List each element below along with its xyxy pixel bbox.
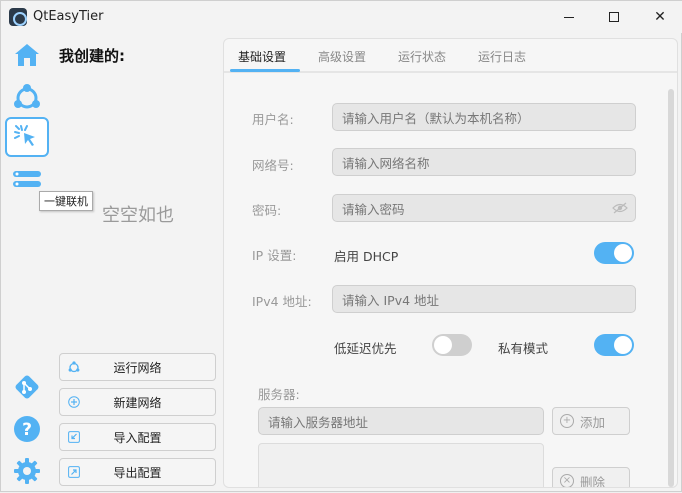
toggle-knob <box>434 336 452 354</box>
ip-settings-label: IP 设置: <box>252 248 297 263</box>
network-name-placeholder: 请输入网络名称 <box>342 155 430 171</box>
low-latency-label: 低延迟优先 <box>334 341 397 356</box>
close-button[interactable]: ✕ <box>637 1 682 33</box>
password-input[interactable]: 请输入密码 <box>332 194 636 222</box>
maximize-icon <box>609 12 619 22</box>
settings-panel: 基础设置 高级设置 运行状态 运行日志 用户名: 请输入用户名（默认为本机名称）… <box>223 38 678 488</box>
username-placeholder: 请输入用户名（默认为本机名称） <box>342 110 530 126</box>
active-tab-indicator <box>230 69 300 72</box>
nav-git[interactable] <box>5 367 49 407</box>
gear-icon <box>14 458 40 484</box>
title-bar[interactable]: QtEasyTier ✕ <box>1 1 682 33</box>
click-cursor-icon <box>14 125 35 146</box>
minimize-button[interactable] <box>546 1 592 33</box>
nav-settings[interactable] <box>5 451 49 491</box>
panel-title: 我创建的: <box>59 47 125 65</box>
network-nodes-icon <box>14 84 40 109</box>
ipv4-label: IPv4 地址: <box>252 294 312 309</box>
ipv4-placeholder: 请输入 IPv4 地址 <box>342 292 440 308</box>
nav-home[interactable] <box>5 35 49 75</box>
server-list[interactable] <box>258 443 544 487</box>
run-network-label: 运行网络 <box>113 360 162 375</box>
window-title: QtEasyTier <box>33 9 104 24</box>
nav-network[interactable] <box>5 77 49 117</box>
export-config-label: 导出配置 <box>113 465 162 480</box>
dhcp-label: 启用 DHCP <box>334 249 399 264</box>
tab-bar: 基础设置 高级设置 运行状态 运行日志 <box>224 39 677 73</box>
nav-help[interactable]: ? <box>5 409 49 449</box>
tab-run-log[interactable]: 运行日志 <box>478 48 526 65</box>
delete-server-label: 删除 <box>580 474 606 488</box>
import-config-button[interactable]: 导入配置 <box>59 423 216 451</box>
dhcp-toggle[interactable] <box>594 242 634 264</box>
ipv4-input[interactable]: 请输入 IPv4 地址 <box>332 285 636 313</box>
icon-sidebar: 一键联机 ? <box>1 33 93 493</box>
add-server-label: 添加 <box>580 414 606 430</box>
server-label: 服务器: <box>258 387 300 402</box>
eye-hidden-icon[interactable] <box>612 202 628 214</box>
low-latency-toggle[interactable] <box>432 334 472 356</box>
new-network-label: 新建网络 <box>113 395 162 410</box>
empty-state-text: 空空如也 <box>102 205 174 226</box>
private-mode-label: 私有模式 <box>498 341 549 356</box>
import-config-label: 导入配置 <box>113 430 162 445</box>
app-logo-icon <box>9 8 27 26</box>
nav-one-click[interactable] <box>5 117 49 157</box>
import-icon <box>68 431 80 443</box>
close-icon: ✕ <box>654 9 666 25</box>
export-icon <box>68 466 80 478</box>
help-icon: ? <box>14 416 40 442</box>
server-address-placeholder: 请输入服务器地址 <box>268 414 369 430</box>
maximize-button[interactable] <box>591 1 637 33</box>
new-network-button[interactable]: 新建网络 <box>59 388 216 416</box>
run-network-icon <box>68 361 80 373</box>
toggle-knob <box>614 336 632 354</box>
server-address-input[interactable]: 请输入服务器地址 <box>258 407 544 435</box>
minimize-icon <box>564 16 574 18</box>
svg-text:?: ? <box>22 420 32 440</box>
network-name-input[interactable]: 请输入网络名称 <box>332 148 636 176</box>
delete-server-button[interactable]: × 删除 <box>552 467 630 488</box>
git-icon <box>15 375 39 399</box>
tab-basic-settings[interactable]: 基础设置 <box>238 48 286 65</box>
tab-advanced-settings[interactable]: 高级设置 <box>318 48 366 65</box>
close-icon: × <box>560 474 574 487</box>
plus-icon: + <box>560 414 574 428</box>
password-placeholder: 请输入密码 <box>342 201 405 217</box>
network-list-panel: 我创建的: 空空如也 运行网络 新建网络 导入配置 导出配置 <box>53 33 223 493</box>
export-config-button[interactable]: 导出配置 <box>59 458 216 486</box>
plus-icon <box>68 396 80 408</box>
home-icon <box>15 44 39 66</box>
add-server-button[interactable]: + 添加 <box>552 407 630 435</box>
username-label: 用户名: <box>252 112 294 127</box>
password-label: 密码: <box>252 203 282 218</box>
username-input[interactable]: 请输入用户名（默认为本机名称） <box>332 103 636 131</box>
toggle-knob <box>614 244 632 262</box>
network-name-label: 网络号: <box>252 158 294 173</box>
run-network-button[interactable]: 运行网络 <box>59 353 216 381</box>
app-window: QtEasyTier ✕ 一键联机 ? 我创建的: 空空如也 运行网络 新建网络… <box>0 0 682 492</box>
server-list-icon <box>13 171 41 187</box>
vertical-scrollbar[interactable] <box>668 89 674 487</box>
tab-run-status[interactable]: 运行状态 <box>398 48 446 65</box>
private-mode-toggle[interactable] <box>594 334 634 356</box>
